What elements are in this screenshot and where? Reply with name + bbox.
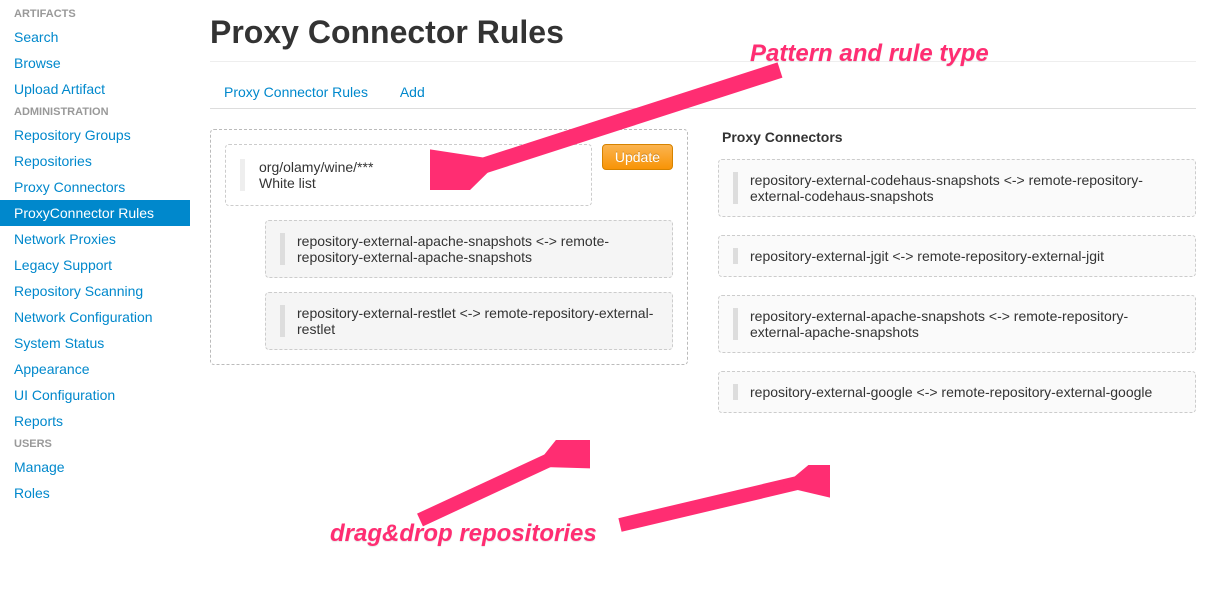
assigned-repo-item[interactable]: repository-external-restlet <-> remote-r… (265, 292, 673, 350)
nav-item-repository-groups[interactable]: Repository Groups (0, 122, 190, 148)
update-button[interactable]: Update (602, 144, 673, 170)
nav-item-repositories[interactable]: Repositories (0, 148, 190, 174)
drag-handle-icon (280, 233, 285, 265)
nav-item-repository-scanning[interactable]: Repository Scanning (0, 278, 190, 304)
drag-handle-icon (280, 305, 285, 337)
drag-handle-icon (733, 308, 738, 340)
assigned-repo-text: repository-external-restlet <-> remote-r… (297, 305, 658, 337)
available-repo-text: repository-external-jgit <-> remote-repo… (750, 248, 1181, 264)
rule-definition-box: org/olamy/wine/*** White list (225, 144, 592, 206)
nav-section-users: USERS (0, 434, 190, 454)
available-repo-item[interactable]: repository-external-codehaus-snapshots <… (718, 159, 1196, 217)
rule-pattern: org/olamy/wine/*** (259, 159, 373, 175)
rule-bar-icon (240, 159, 245, 191)
rule-panel: org/olamy/wine/*** White list Update rep… (210, 129, 688, 365)
nav-item-legacy-support[interactable]: Legacy Support (0, 252, 190, 278)
drag-handle-icon (733, 248, 738, 264)
nav-section-administration: ADMINISTRATION (0, 102, 190, 122)
rule-type: White list (259, 175, 373, 191)
main-content: Proxy Connector Rules Proxy Connector Ru… (190, 0, 1216, 506)
assigned-repo-item[interactable]: repository-external-apache-snapshots <->… (265, 220, 673, 278)
nav-section-artifacts: ARTIFACTS (0, 4, 190, 24)
available-repo-item[interactable]: repository-external-google <-> remote-re… (718, 371, 1196, 413)
available-repo-text: repository-external-google <-> remote-re… (750, 384, 1181, 400)
annotation-bottom: drag&drop repositories (330, 520, 597, 548)
connectors-heading: Proxy Connectors (718, 129, 1196, 145)
nav-item-reports[interactable]: Reports (0, 408, 190, 434)
nav-item-network-proxies[interactable]: Network Proxies (0, 226, 190, 252)
page-title: Proxy Connector Rules (210, 0, 1196, 62)
arrow-icon (390, 440, 590, 530)
nav-item-appearance[interactable]: Appearance (0, 356, 190, 382)
sidebar-nav: ARTIFACTS Search Browse Upload Artifact … (0, 0, 190, 506)
available-repo-text: repository-external-apache-snapshots <->… (750, 308, 1181, 340)
available-repo-item[interactable]: repository-external-jgit <-> remote-repo… (718, 235, 1196, 277)
tab-add[interactable]: Add (386, 76, 439, 108)
nav-item-system-status[interactable]: System Status (0, 330, 190, 356)
tabs: Proxy Connector Rules Add (210, 76, 1196, 109)
nav-item-network-configuration[interactable]: Network Configuration (0, 304, 190, 330)
nav-item-browse[interactable]: Browse (0, 50, 190, 76)
tab-rules[interactable]: Proxy Connector Rules (210, 76, 382, 108)
available-repo-text: repository-external-codehaus-snapshots <… (750, 172, 1181, 204)
drag-handle-icon (733, 384, 738, 400)
nav-item-proxyconnector-rules[interactable]: ProxyConnector Rules (0, 200, 190, 226)
nav-item-manage[interactable]: Manage (0, 454, 190, 480)
nav-item-search[interactable]: Search (0, 24, 190, 50)
arrow-icon (610, 465, 830, 545)
nav-item-proxy-connectors[interactable]: Proxy Connectors (0, 174, 190, 200)
nav-item-roles[interactable]: Roles (0, 480, 190, 506)
assigned-repo-text: repository-external-apache-snapshots <->… (297, 233, 658, 265)
nav-item-ui-configuration[interactable]: UI Configuration (0, 382, 190, 408)
drag-handle-icon (733, 172, 738, 204)
nav-item-upload-artifact[interactable]: Upload Artifact (0, 76, 190, 102)
available-repo-item[interactable]: repository-external-apache-snapshots <->… (718, 295, 1196, 353)
